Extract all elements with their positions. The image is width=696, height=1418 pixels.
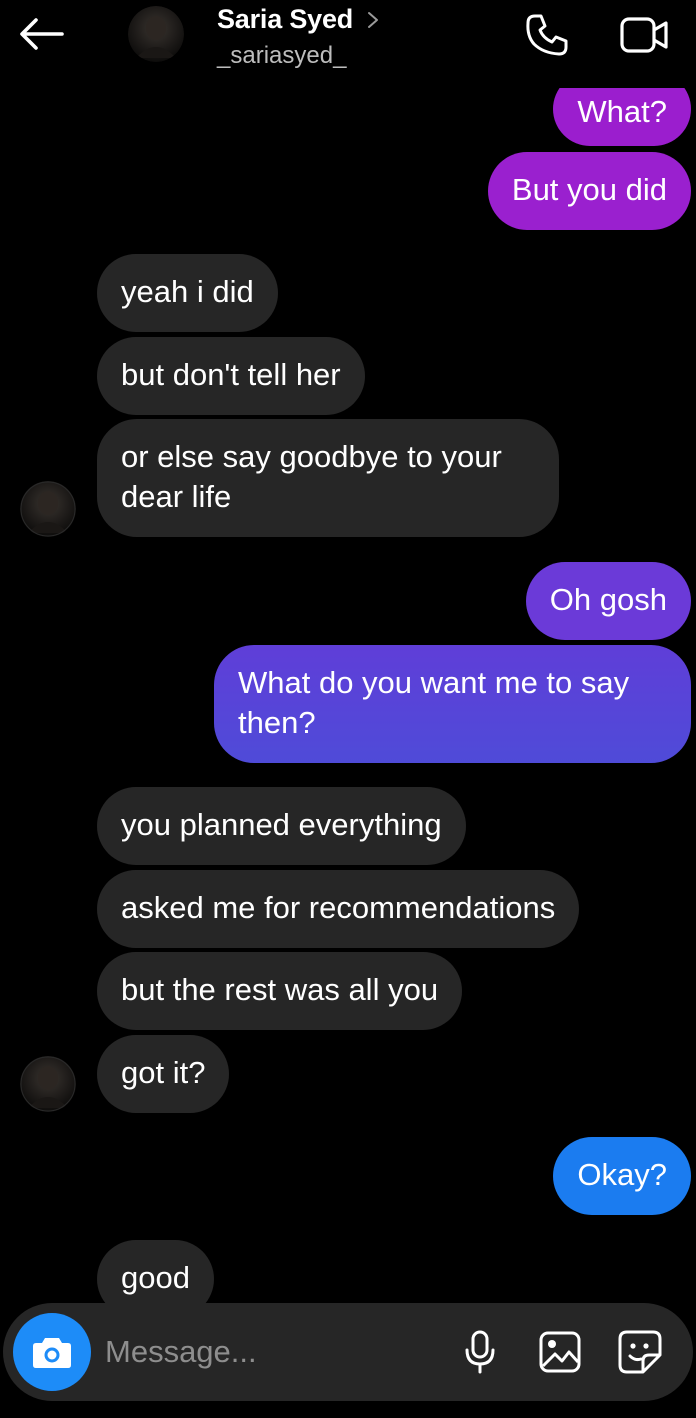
- message-text: What do you want me to say then?: [238, 665, 630, 740]
- camera-icon: [33, 1338, 71, 1368]
- video-camera-icon: [620, 17, 668, 53]
- voice-message-button[interactable]: [455, 1327, 505, 1377]
- message-thread[interactable]: What? But you did yeah i did but don't t…: [0, 0, 696, 1418]
- message-text: got it?: [121, 1055, 206, 1090]
- contact-username: _sariasyed_: [217, 42, 347, 69]
- sent-message[interactable]: Oh gosh: [525, 562, 691, 640]
- message-text: but don't tell her: [121, 357, 341, 392]
- voice-call-button[interactable]: [520, 10, 574, 60]
- received-message[interactable]: but don't tell her: [97, 337, 365, 415]
- chevron-right-icon: [368, 11, 379, 28]
- message-text: or else say goodbye to your dear life: [121, 439, 502, 514]
- received-message[interactable]: but the rest was all you: [97, 952, 463, 1030]
- video-call-button[interactable]: [614, 10, 674, 60]
- image-icon: [539, 1331, 581, 1373]
- received-message[interactable]: got it?: [97, 1035, 230, 1113]
- received-message[interactable]: yeah i did: [97, 254, 278, 332]
- sent-message[interactable]: Okay?: [553, 1137, 691, 1215]
- message-text: good: [121, 1260, 190, 1295]
- received-message[interactable]: or else say goodbye to your dear life: [97, 419, 559, 537]
- received-message[interactable]: asked me for recommendations: [97, 870, 580, 948]
- contact-avatar[interactable]: [20, 1056, 76, 1112]
- message-text: Okay?: [577, 1157, 667, 1192]
- phone-icon: [526, 14, 568, 56]
- message-text: yeah i did: [121, 274, 254, 309]
- message-composer: [3, 1303, 693, 1401]
- message-text: you planned everything: [121, 807, 442, 842]
- sent-message[interactable]: What do you want me to say then?: [214, 645, 691, 763]
- message-text: asked me for recommendations: [121, 890, 556, 925]
- sticker-button[interactable]: [613, 1327, 667, 1377]
- message-text: But you did: [511, 172, 667, 207]
- microphone-icon: [465, 1330, 495, 1374]
- contact-name-link[interactable]: Saria Syed: [217, 4, 379, 35]
- camera-button[interactable]: [13, 1313, 91, 1391]
- gallery-button[interactable]: [533, 1327, 587, 1377]
- message-text: but the rest was all you: [121, 972, 439, 1007]
- contact-avatar[interactable]: [128, 6, 184, 62]
- sent-message[interactable]: But you did: [487, 152, 691, 230]
- arrow-left-icon: [20, 18, 64, 50]
- sticker-icon: [618, 1330, 662, 1374]
- message-text: Oh gosh: [549, 582, 667, 617]
- contact-name: Saria Syed: [217, 4, 354, 34]
- contact-avatar[interactable]: [20, 481, 76, 537]
- back-button[interactable]: [14, 12, 68, 56]
- chat-header: Saria Syed _sariasyed_: [0, 0, 696, 88]
- message-text: What?: [577, 94, 667, 129]
- message-input[interactable]: [105, 1331, 435, 1373]
- received-message[interactable]: you planned everything: [97, 787, 466, 865]
